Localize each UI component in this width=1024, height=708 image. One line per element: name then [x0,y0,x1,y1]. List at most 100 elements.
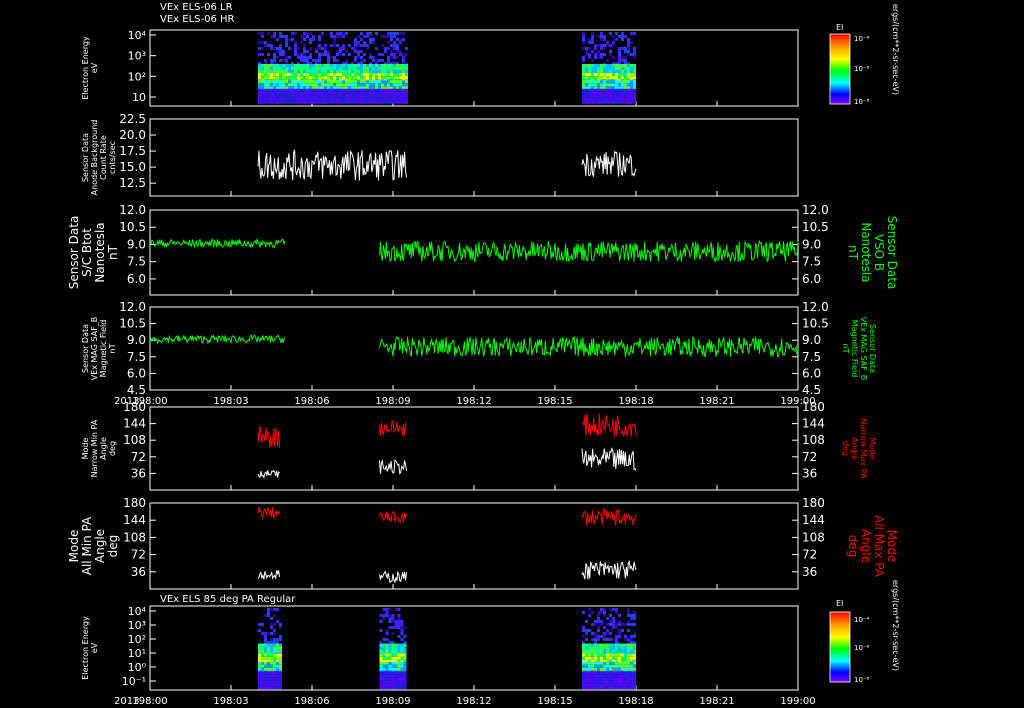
spectrogram-cell [603,53,606,56]
spectrogram-cell [381,88,384,92]
spectrogram-cell [594,653,597,657]
spectrogram-cell [405,94,408,98]
spectrogram-cell [615,63,618,67]
spectrogram-cell [594,667,597,671]
spectrogram-cell [585,80,588,84]
spectrogram-cell [582,683,585,687]
spectrogram-cell [357,83,360,87]
spectrogram-cell [267,94,270,98]
spectrogram-cell [378,94,381,98]
spectrogram-cell [379,643,383,647]
spectrogram-cell [330,100,333,104]
spectrogram-cell [315,73,318,77]
spectrogram-cell [261,94,264,98]
spectrogram-cell [354,66,357,70]
spectrogram-cell [594,623,597,626]
spectrogram-cell [348,69,351,73]
spectrogram-cell [330,69,333,73]
spectrogram-cell [630,69,633,73]
spectrogram-cell [282,50,285,53]
spectrogram-cell [603,88,606,92]
spectrogram-cell [264,73,267,77]
ylabel-line: Magnetic Field [99,320,108,378]
spectrogram-cell [261,76,264,80]
spectrogram-cell [400,680,404,684]
spectrogram-cell [612,608,615,611]
spectrogram-cell [624,73,627,77]
spectrogram-cell [597,649,600,653]
spectrogram-cell [391,686,395,690]
spectrogram-cell [594,643,597,647]
spectrogram-cell [615,623,618,626]
spectrogram-cell [403,643,407,647]
spectrogram-cell [633,614,636,617]
spectrogram-cell [258,629,261,632]
ytick-label-right: 36 [802,466,817,480]
spectrogram-cell [600,53,603,56]
spectrogram-cell [618,677,621,681]
spectrogram-cell [618,63,621,67]
spectrogram-cell [600,100,603,104]
spectrogram-cell [300,80,303,84]
spectrogram-cell [399,83,402,87]
spectrogram-cell [273,674,276,678]
spectrogram-cell [600,611,603,614]
spectrogram-cell [633,91,636,95]
spectrogram-cell [396,83,399,87]
spectrogram-cell [379,629,383,632]
spectrogram-cell [391,614,395,617]
spectrogram-cell [390,73,393,77]
spectrogram-cell [379,661,383,665]
spectrogram-cell [342,80,345,84]
spectrogram-cell [327,80,330,84]
spectrogram-cell [399,38,402,41]
spectrogram-cell [288,97,291,101]
spectrogram-cell [300,91,303,95]
spectrogram-cell [297,56,300,59]
spectrogram-cell [294,44,297,47]
spectrogram-cell [615,76,618,80]
spectrogram-cell [285,88,288,92]
spectrogram-cell [285,56,288,59]
spectrogram-cell [327,53,330,56]
spectrogram-cell [624,683,627,687]
spectrogram-cell [327,56,330,59]
spectrogram-cell [330,94,333,98]
spectrogram-cell [394,643,398,647]
spectrogram-cell [627,643,630,647]
spectrogram-cell [378,66,381,70]
ytick-label-right: 7.5 [802,350,821,364]
spectrogram-cell [385,649,389,653]
spectrogram-cell [396,32,399,35]
spectrogram-cell [258,91,261,95]
spectrogram-cell [600,643,603,647]
spectrogram-cell [630,680,633,684]
panel-els_lr_hr: Electron EnergyeV10⁴10³10²10 [81,29,636,104]
spectrogram-cell [258,674,261,678]
spectrogram-cell [360,80,363,84]
spectrogram-cell [390,83,393,87]
spectrogram-cell [582,674,585,678]
spectrogram-cell [603,80,606,84]
ytick-label: 7.5 [127,255,146,269]
spectrogram-cell [630,671,633,675]
spectrogram-cell [294,94,297,98]
spectrogram-cell [379,677,383,681]
spectrogram-cell [279,80,282,84]
spectrogram-cell [618,97,621,101]
spectrogram-cell [603,643,606,647]
ylabel-right: Sensor DataVEx MAG SAF_BMagnetic FieldnT [841,317,877,381]
spectrogram-cell [621,69,624,73]
spectrogram-cell [279,76,282,80]
spectrogram-cell [600,656,603,660]
spectrogram-cell [276,620,279,623]
spectrogram-cell [633,88,636,92]
spectrogram-cell [372,56,375,59]
spectrogram-cell [261,83,264,87]
spectrogram-cell [397,620,401,623]
spectrogram-cell [273,88,276,92]
spectrogram-cell [387,32,390,35]
spectrogram-cell [261,100,264,104]
spectrogram-cell [600,686,603,690]
spectrogram-cell [366,94,369,98]
